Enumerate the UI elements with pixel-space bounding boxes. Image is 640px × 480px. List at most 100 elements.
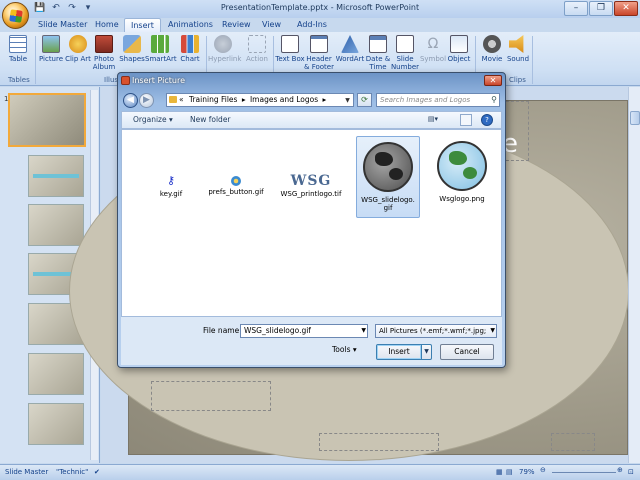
- refresh-button[interactable]: ⟳: [357, 93, 372, 107]
- minimize-button[interactable]: –: [564, 1, 588, 16]
- help-icon[interactable]: ?: [481, 114, 493, 126]
- office-logo-icon: [9, 9, 23, 23]
- thumbnail-layout[interactable]: [28, 403, 84, 445]
- date-time-button[interactable]: Date & Time: [363, 35, 393, 71]
- thumbnail-layout[interactable]: [28, 155, 84, 197]
- file-item-prefs-button[interactable]: prefs_button.gif: [204, 174, 268, 196]
- insert-picture-dialog: Insert Picture ✕ ◀ ▶ « Training Files ▸ …: [117, 72, 506, 368]
- date-time-icon: [369, 35, 387, 53]
- tab-review[interactable]: Review: [216, 18, 257, 32]
- spelling-check-icon[interactable]: ✔: [94, 468, 100, 476]
- object-button[interactable]: Object: [444, 35, 474, 63]
- insert-button[interactable]: Insert: [376, 344, 422, 360]
- text-box-button[interactable]: Text Box: [275, 35, 305, 63]
- hyperlink-icon: [214, 35, 232, 53]
- wordart-button[interactable]: WordArt: [335, 35, 365, 63]
- breadcrumb-separator-icon[interactable]: ▸: [242, 95, 246, 104]
- cancel-button[interactable]: Cancel: [440, 344, 494, 360]
- forward-button[interactable]: ▶: [139, 93, 154, 108]
- file-name-dropdown-icon[interactable]: ▼: [361, 325, 366, 337]
- zoom-out-icon[interactable]: ⊖: [540, 466, 546, 474]
- footer-placeholder[interactable]: [319, 433, 439, 451]
- header-footer-button[interactable]: Header & Footer: [304, 35, 334, 71]
- date-placeholder[interactable]: [151, 381, 271, 411]
- office-button[interactable]: [2, 2, 29, 29]
- organize-button[interactable]: Organize ▾: [133, 115, 173, 124]
- tools-button[interactable]: Tools ▾: [332, 345, 357, 354]
- zoom-slider[interactable]: [552, 472, 616, 473]
- window-controls: – ❐ ✕: [564, 1, 638, 16]
- chart-icon: [181, 35, 199, 53]
- normal-view-icon[interactable]: ▦: [496, 468, 503, 476]
- file-item-key[interactable]: ⚷ key.gif: [139, 174, 203, 198]
- back-button[interactable]: ◀: [123, 93, 138, 108]
- thumbnail-number: 1: [4, 95, 9, 103]
- tab-animations[interactable]: Animations: [162, 18, 219, 32]
- maximize-button[interactable]: ❐: [589, 1, 613, 16]
- action-button[interactable]: Action: [242, 35, 272, 63]
- search-placeholder: Search Images and Logos: [380, 96, 471, 104]
- new-folder-button[interactable]: New folder: [190, 115, 231, 124]
- zoom-level[interactable]: 79%: [519, 468, 535, 476]
- file-item-wsg-slidelogo[interactable]: WSG_slidelogo.gif: [356, 136, 420, 218]
- sorter-view-icon[interactable]: ▤: [506, 468, 513, 476]
- close-window-button[interactable]: ✕: [614, 1, 638, 16]
- hyperlink-button[interactable]: Hyperlink: [208, 35, 241, 63]
- address-bar[interactable]: « Training Files ▸ Images and Logos ▸ ▼: [166, 93, 354, 107]
- tab-slide-master[interactable]: Slide Master: [32, 18, 93, 32]
- scroll-thumb[interactable]: [630, 111, 640, 125]
- breadcrumb-separator-icon[interactable]: ▸: [323, 95, 327, 104]
- file-type-select[interactable]: All Pictures (*.emf;*.wmf;*.jpg; ▼: [375, 324, 497, 338]
- group-separator: [532, 36, 533, 84]
- slide-number-button[interactable]: Slide Number: [390, 35, 420, 71]
- table-button[interactable]: Table: [3, 35, 33, 63]
- breadcrumb-images-and-logos[interactable]: Images and Logos: [250, 95, 318, 104]
- slide-number-icon: [396, 35, 414, 53]
- thumbnail-master[interactable]: 1: [4, 93, 86, 147]
- breadcrumb-training-files[interactable]: Training Files: [189, 95, 237, 104]
- sound-button[interactable]: Sound: [503, 35, 533, 63]
- chart-button[interactable]: Chart: [175, 35, 205, 63]
- status-bar: Slide Master "Technic" ✔ ▦ ▤ 79% ⊖ ⊕ ⊡: [0, 464, 640, 480]
- dialog-close-button[interactable]: ✕: [484, 75, 502, 86]
- action-icon: [248, 35, 266, 53]
- slide-vertical-scrollbar[interactable]: [628, 87, 640, 463]
- tab-view[interactable]: View: [256, 18, 287, 32]
- photo-album-button[interactable]: Photo Album: [89, 35, 119, 71]
- search-icon[interactable]: ⚲: [491, 94, 497, 106]
- tab-insert[interactable]: Insert: [124, 18, 161, 32]
- tab-add-ins[interactable]: Add-Ins: [291, 18, 333, 32]
- picture-button[interactable]: Picture: [36, 35, 66, 63]
- file-item-wsglogo[interactable]: Wsglogo.png: [430, 136, 494, 203]
- group-label-clips: Clips: [509, 76, 526, 84]
- address-prefix[interactable]: «: [179, 95, 184, 104]
- file-name-label: File name:: [203, 326, 242, 335]
- key-icon: ⚷: [166, 174, 176, 187]
- group-label-tables: Tables: [8, 76, 30, 84]
- address-dropdown-icon[interactable]: ▼: [343, 95, 352, 105]
- header-footer-icon: [310, 35, 328, 53]
- status-view-name: Slide Master: [5, 468, 49, 476]
- tab-home[interactable]: Home: [89, 18, 125, 32]
- file-name-input[interactable]: WSG_slidelogo.gif ▼: [240, 324, 368, 338]
- search-input[interactable]: Search Images and Logos ⚲: [376, 93, 500, 107]
- shapes-button[interactable]: Shapes: [117, 35, 147, 63]
- fit-to-window-icon[interactable]: ⊡: [628, 468, 634, 476]
- globe-gray-icon: [363, 142, 413, 192]
- views-icon[interactable]: ▤▾: [427, 114, 439, 126]
- slide-number-placeholder[interactable]: [551, 433, 595, 451]
- insert-dropdown-icon[interactable]: ▼: [421, 344, 432, 360]
- prefs-button-icon: [231, 176, 241, 186]
- status-theme-name: "Technic": [56, 468, 89, 476]
- zoom-in-icon[interactable]: ⊕: [617, 466, 623, 474]
- symbol-icon: Ω: [427, 36, 439, 52]
- thumbnail-layout[interactable]: [28, 204, 84, 246]
- wordart-icon: [341, 35, 359, 53]
- file-type-value[interactable]: All Pictures (*.emf;*.wmf;*.jpg;: [379, 327, 486, 335]
- file-type-dropdown-icon[interactable]: ▼: [490, 325, 495, 337]
- thumbnail-layout[interactable]: [28, 353, 84, 395]
- file-name-value[interactable]: WSG_slidelogo.gif: [244, 326, 311, 335]
- smartart-button[interactable]: SmartArt: [145, 35, 177, 63]
- preview-pane-icon[interactable]: [460, 114, 472, 126]
- file-item-wsg-printlogo[interactable]: WSG WSG_printlogo.tif: [279, 174, 343, 198]
